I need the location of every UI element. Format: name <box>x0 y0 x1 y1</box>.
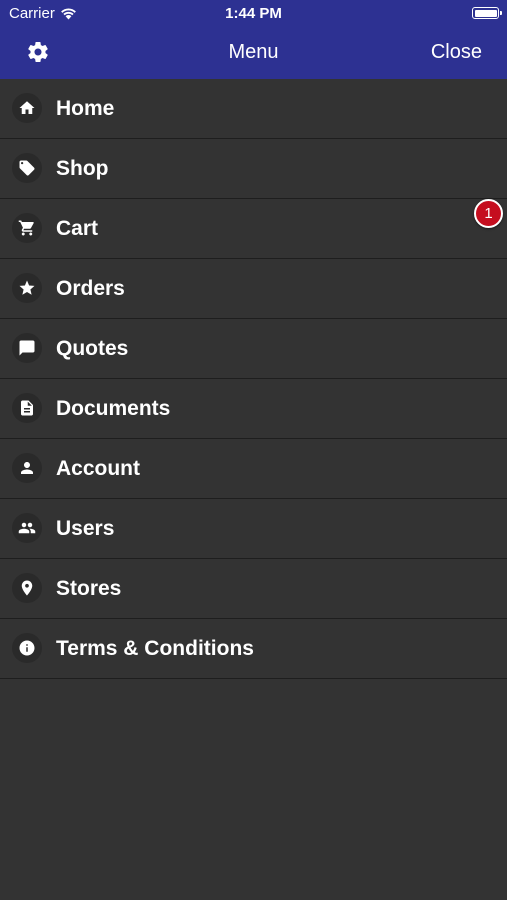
menu-item-label: Terms & Conditions <box>56 637 254 660</box>
menu-list: Home Shop Cart 1 Orders Quotes Documents… <box>0 79 507 679</box>
close-button[interactable]: Close <box>431 41 482 64</box>
menu-item-label: Orders <box>56 277 125 300</box>
menu-item-shop[interactable]: Shop <box>0 139 507 199</box>
menu-item-label: Stores <box>56 577 122 600</box>
people-icon <box>12 513 42 543</box>
menu-item-label: Cart <box>56 217 99 240</box>
location-pin-icon <box>12 573 42 603</box>
tag-icon <box>12 153 42 183</box>
star-icon <box>12 273 42 303</box>
menu-item-label: Home <box>56 97 115 120</box>
nav-bar: Menu Close <box>0 28 507 79</box>
chat-bubble-icon <box>12 333 42 363</box>
cart-count-badge: 1 <box>474 199 503 228</box>
header: Carrier 1:44 PM Menu Close <box>0 0 507 79</box>
battery-tip <box>500 11 502 15</box>
status-time: 1:44 PM <box>225 5 282 22</box>
menu-item-documents[interactable]: Documents <box>0 379 507 439</box>
menu-item-terms[interactable]: Terms & Conditions <box>0 619 507 679</box>
menu-item-label: Shop <box>56 157 109 180</box>
menu-item-users[interactable]: Users <box>0 499 507 559</box>
person-icon <box>12 453 42 483</box>
battery-fill <box>474 9 497 17</box>
status-bar: Carrier 1:44 PM <box>0 0 507 28</box>
menu-screen: Carrier 1:44 PM Menu Close Home Shop Car… <box>0 0 507 900</box>
document-icon <box>12 393 42 423</box>
menu-item-cart[interactable]: Cart 1 <box>0 199 507 259</box>
menu-item-account[interactable]: Account <box>0 439 507 499</box>
menu-item-home[interactable]: Home <box>0 79 507 139</box>
cart-icon <box>12 213 42 243</box>
menu-item-orders[interactable]: Orders <box>0 259 507 319</box>
menu-item-label: Users <box>56 517 115 540</box>
home-icon <box>12 93 42 123</box>
battery-icon <box>472 7 502 19</box>
menu-item-stores[interactable]: Stores <box>0 559 507 619</box>
info-icon <box>12 633 42 663</box>
menu-item-label: Account <box>56 457 140 480</box>
menu-item-label: Quotes <box>56 337 129 360</box>
menu-item-label: Documents <box>56 397 171 420</box>
menu-item-quotes[interactable]: Quotes <box>0 319 507 379</box>
